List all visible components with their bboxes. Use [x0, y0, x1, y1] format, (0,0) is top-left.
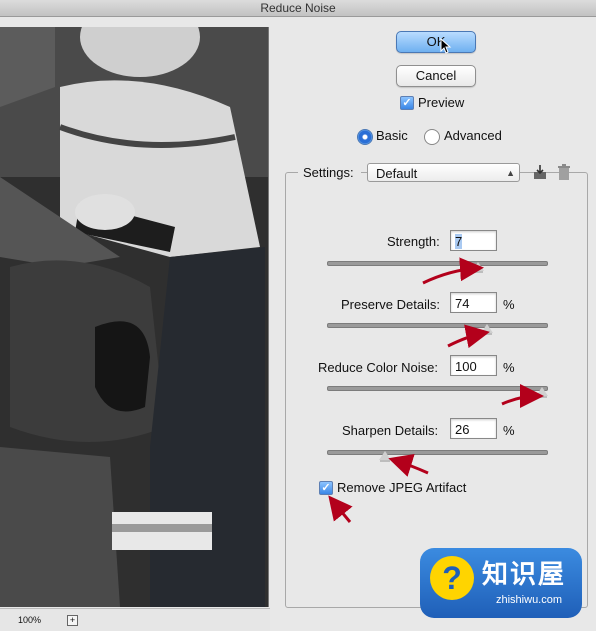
question-mark-icon: ? [430, 556, 474, 600]
preview-label: Preview [418, 95, 465, 110]
preserve-details-slider-track[interactable] [327, 323, 548, 328]
remove-jpeg-artifact-label: Remove JPEG Artifact [337, 480, 467, 495]
site-watermark: ? 知识屋 zhishiwu.com [420, 548, 582, 618]
watermark-url: zhishiwu.com [496, 594, 563, 606]
ok-button[interactable]: OK [396, 31, 476, 53]
settings-label: Settings: [303, 165, 354, 180]
zoom-in-button[interactable]: + [67, 615, 78, 626]
settings-select[interactable]: Default ▲ [367, 163, 520, 182]
preview-photo [0, 27, 268, 607]
sharpen-details-slider-thumb[interactable] [379, 451, 392, 462]
basic-radio[interactable] [357, 129, 373, 145]
sharpen-details-unit: % [503, 423, 515, 438]
sharpen-details-input[interactable]: 26 [450, 418, 497, 439]
select-arrows-icon: ▲ [506, 168, 515, 178]
remove-jpeg-artifact-checkbox[interactable]: ✓ [319, 481, 333, 495]
reduce-color-noise-slider-track[interactable] [327, 386, 548, 391]
preview-checkbox[interactable]: ✓ [400, 96, 414, 110]
reduce-color-noise-slider-thumb[interactable] [536, 387, 548, 398]
watermark-title: 知识屋 [482, 559, 567, 589]
trash-icon[interactable] [556, 163, 572, 181]
save-settings-icon[interactable] [531, 163, 549, 181]
strength-slider-track[interactable] [327, 261, 548, 266]
advanced-label: Advanced [444, 128, 502, 143]
strength-value: 7 [455, 234, 463, 249]
reduce-color-noise-input[interactable]: 100 [450, 355, 497, 376]
strength-label: Strength: [387, 234, 440, 249]
preserve-details-input[interactable]: 74 [450, 292, 497, 313]
sharpen-details-value: 26 [455, 422, 470, 437]
settings-value: Default [376, 166, 418, 181]
preserve-details-label: Preserve Details: [341, 297, 440, 312]
zoom-bar: 100% + [0, 608, 270, 631]
sharpen-details-label: Sharpen Details: [342, 423, 439, 438]
strength-slider-thumb[interactable] [472, 262, 485, 273]
zoom-level: 100% [18, 615, 42, 625]
image-preview[interactable] [0, 27, 269, 607]
advanced-radio[interactable] [424, 129, 440, 145]
sharpen-details-slider-track[interactable] [327, 450, 548, 455]
preserve-details-value: 74 [455, 296, 470, 311]
window-title: Reduce Noise [0, 0, 596, 17]
preserve-details-slider-thumb[interactable] [480, 324, 493, 335]
reduce-color-noise-value: 100 [455, 359, 477, 374]
mouse-cursor-icon [440, 38, 452, 54]
preserve-details-unit: % [503, 297, 515, 312]
cancel-button[interactable]: Cancel [396, 65, 476, 87]
reduce-color-noise-unit: % [503, 360, 515, 375]
reduce-color-noise-label: Reduce Color Noise: [318, 360, 438, 375]
basic-label: Basic [376, 128, 408, 143]
strength-input[interactable]: 7 [450, 230, 497, 251]
